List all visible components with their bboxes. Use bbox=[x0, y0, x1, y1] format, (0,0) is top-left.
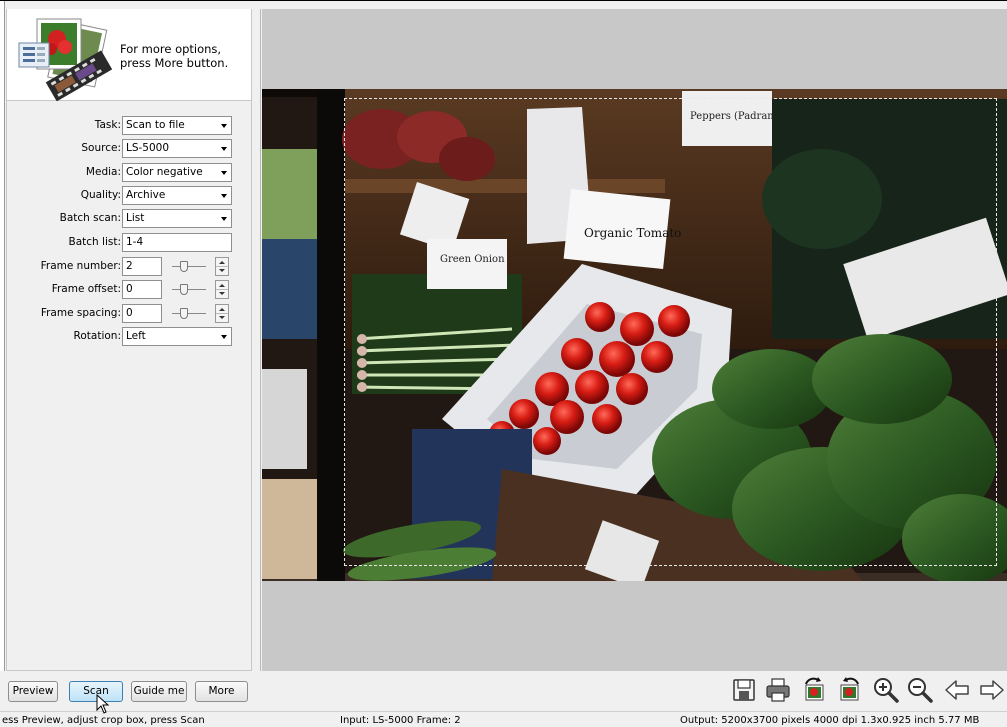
status-bar: ess Preview, adjust crop box, press Scan… bbox=[0, 711, 1007, 727]
media-value: Color negative bbox=[126, 166, 203, 178]
frame-offset-input[interactable]: 0 bbox=[122, 280, 162, 299]
frame-number-slider[interactable] bbox=[172, 260, 206, 274]
media-label: Media: bbox=[85, 166, 121, 178]
batch-list-input[interactable]: 1-4 bbox=[122, 233, 232, 252]
hint-box: For more options, press More button. bbox=[7, 9, 251, 101]
hint-line-2: press More button. bbox=[120, 56, 229, 70]
frame-number-input[interactable]: 2 bbox=[122, 257, 162, 276]
scanner-film-icon bbox=[18, 18, 113, 101]
batch-scan-select[interactable]: List bbox=[122, 209, 232, 228]
hint-line-1: For more options, bbox=[120, 42, 222, 56]
media-select[interactable]: Color negative bbox=[122, 163, 232, 182]
spin-up-icon[interactable] bbox=[219, 261, 225, 264]
crop-box[interactable] bbox=[344, 98, 997, 566]
hint-text: For more options, press More button. bbox=[120, 42, 245, 70]
preview-image: Green Onion Organic Tomato Peppers (Padr… bbox=[262, 89, 1007, 581]
arrow-left-icon[interactable] bbox=[943, 676, 971, 704]
rotate-right-icon[interactable] bbox=[836, 676, 864, 704]
source-select[interactable]: LS-5000 bbox=[122, 139, 232, 158]
rotation-row: Rotation: Left bbox=[7, 327, 253, 347]
rotate-left-icon[interactable] bbox=[800, 676, 828, 704]
source-label: Source: bbox=[81, 142, 121, 154]
frame-spacing-input[interactable]: 0 bbox=[122, 304, 162, 323]
spin-down-icon[interactable] bbox=[219, 292, 225, 295]
save-icon[interactable] bbox=[730, 676, 758, 704]
task-select[interactable]: Scan to file bbox=[122, 116, 232, 135]
print-icon[interactable] bbox=[764, 676, 792, 704]
spin-up-icon[interactable] bbox=[219, 284, 225, 287]
settings-panel: For more options, press More button. Tas… bbox=[6, 9, 252, 671]
chevron-down-icon bbox=[221, 171, 227, 175]
rotation-select[interactable]: Left bbox=[122, 327, 232, 346]
frame-spacing-label: Frame spacing: bbox=[40, 307, 121, 319]
slider-thumb[interactable] bbox=[180, 308, 188, 319]
chevron-down-icon bbox=[221, 124, 227, 128]
spin-down-icon[interactable] bbox=[219, 269, 225, 272]
media-row: Media: Color negative bbox=[7, 163, 253, 183]
chevron-down-icon bbox=[221, 335, 227, 339]
application-window: For more options, press More button. Tas… bbox=[0, 0, 1007, 727]
frame-spacing-row: Frame spacing: 0 bbox=[7, 304, 253, 324]
spin-up-icon[interactable] bbox=[219, 308, 225, 311]
spin-down-icon[interactable] bbox=[219, 316, 225, 319]
action-bar: Preview Scan Guide me More bbox=[0, 671, 1007, 711]
rotation-value: Left bbox=[126, 330, 146, 342]
frame-offset-slider[interactable] bbox=[172, 283, 206, 297]
chevron-down-icon bbox=[221, 194, 227, 198]
chevron-down-icon bbox=[221, 217, 227, 221]
status-input: Input: LS-5000 Frame: 2 bbox=[340, 715, 461, 726]
quality-label: Quality: bbox=[80, 189, 121, 201]
preview-area: Green Onion Organic Tomato Peppers (Padr… bbox=[262, 9, 1007, 671]
task-row: Task: Scan to file bbox=[7, 116, 253, 136]
batch-list-label: Batch list: bbox=[68, 236, 121, 248]
zoom-out-icon[interactable] bbox=[906, 676, 934, 704]
frame-spacing-slider[interactable] bbox=[172, 307, 206, 321]
batch-scan-row: Batch scan: List bbox=[7, 209, 253, 229]
zoom-in-icon[interactable] bbox=[872, 676, 900, 704]
arrow-right-icon[interactable] bbox=[978, 676, 1006, 704]
task-label: Task: bbox=[94, 119, 121, 131]
mouse-cursor-icon bbox=[96, 694, 110, 714]
slider-thumb[interactable] bbox=[180, 261, 188, 272]
batch-scan-label: Batch scan: bbox=[59, 212, 121, 224]
frame-number-spinner[interactable] bbox=[215, 257, 229, 276]
status-output: Output: 5200x3700 pixels 4000 dpi 1.3x0.… bbox=[680, 715, 980, 726]
quality-row: Quality: Archive bbox=[7, 186, 253, 206]
preview-button[interactable]: Preview bbox=[8, 681, 58, 702]
frame-spacing-spinner[interactable] bbox=[215, 304, 229, 323]
chevron-down-icon bbox=[221, 147, 227, 151]
source-row: Source: LS-5000 bbox=[7, 139, 253, 159]
frame-offset-row: Frame offset: 0 bbox=[7, 280, 253, 300]
batch-scan-value: List bbox=[126, 212, 145, 224]
panel-splitter[interactable] bbox=[252, 9, 261, 671]
status-hint: ess Preview, adjust crop box, press Scan bbox=[2, 715, 205, 726]
quality-value: Archive bbox=[126, 189, 166, 201]
rotation-label: Rotation: bbox=[73, 330, 121, 342]
batch-list-row: Batch list: 1-4 bbox=[7, 233, 253, 253]
frame-number-row: Frame number: 2 bbox=[7, 257, 253, 277]
guide-me-button[interactable]: Guide me bbox=[131, 681, 187, 702]
task-value: Scan to file bbox=[126, 119, 185, 131]
source-value: LS-5000 bbox=[126, 142, 170, 154]
frame-offset-spinner[interactable] bbox=[215, 280, 229, 299]
more-button[interactable]: More bbox=[195, 681, 248, 702]
frame-number-label: Frame number: bbox=[40, 260, 121, 272]
slider-thumb[interactable] bbox=[180, 284, 188, 295]
frame-offset-label: Frame offset: bbox=[51, 283, 121, 295]
quality-select[interactable]: Archive bbox=[122, 186, 232, 205]
window-edge bbox=[0, 1, 5, 727]
